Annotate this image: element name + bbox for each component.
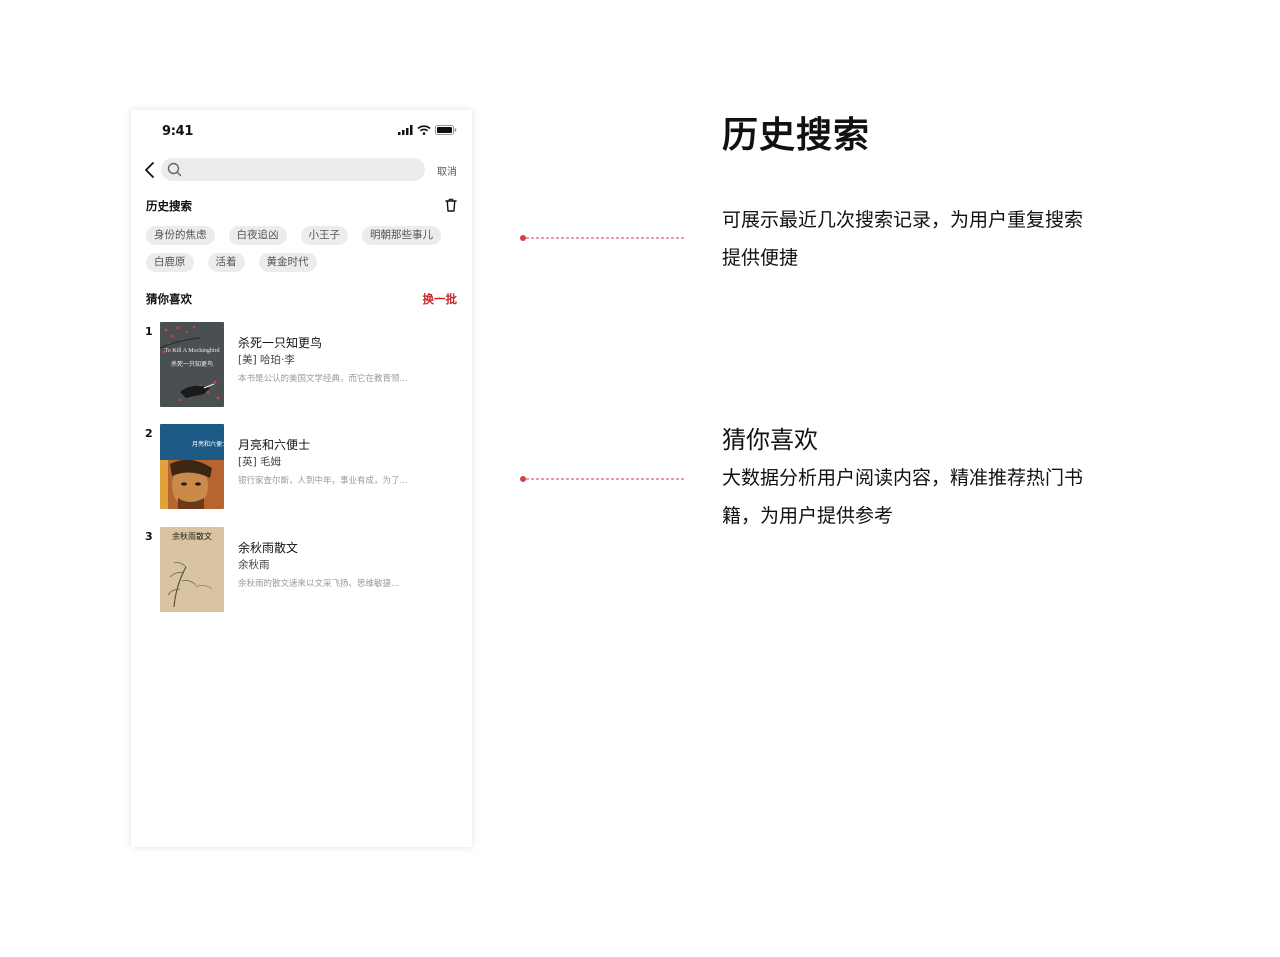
wifi-icon	[417, 125, 431, 135]
book-author: [英] 毛姆	[238, 456, 282, 468]
guess-annotation-heading: 猜你喜欢	[722, 426, 818, 454]
back-arrow-icon[interactable]	[143, 160, 157, 180]
book-rank: 1	[145, 325, 153, 338]
status-bar: 9:41	[131, 110, 472, 154]
guess-connector-line	[520, 476, 684, 482]
history-tag[interactable]: 白鹿原	[146, 253, 194, 272]
cover-title-cn: 杀死一只知更鸟	[171, 360, 213, 368]
search-input[interactable]	[185, 160, 415, 179]
tag-row: 身份的焦虑 白夜追凶 小王子 明朝那些事儿	[146, 226, 466, 245]
battery-icon	[435, 125, 457, 135]
cancel-button[interactable]: 取消	[437, 163, 457, 178]
history-tag[interactable]: 活着	[207, 253, 245, 272]
book-description: 本书是公认的美国文学经典，而它在教育领...	[238, 374, 408, 384]
book-author: 余秋雨	[238, 559, 270, 571]
history-tag[interactable]: 白夜追凶	[228, 226, 287, 245]
history-tag[interactable]: 小王子	[300, 226, 348, 245]
book-item[interactable]: 3 余秋雨散文 余秋雨散文 余秋雨 余秋雨的散文速来以文采飞扬、思维敏捷...	[145, 527, 460, 613]
book-item[interactable]: 1 To Kill A Mockingbird 杀死一只知更鸟 杀死一只知更鸟 …	[145, 322, 460, 408]
signal-icon	[398, 125, 413, 135]
book-rank: 2	[145, 427, 153, 440]
refresh-button[interactable]: 换一批	[423, 291, 458, 307]
history-tag[interactable]: 明朝那些事儿	[362, 226, 441, 245]
trash-icon[interactable]	[445, 198, 457, 212]
guess-annotation-line: 大数据分析用户阅读内容，精准推荐热门书	[722, 467, 1084, 489]
history-connector-line	[520, 235, 684, 241]
search-icon	[167, 162, 182, 177]
book-title: 月亮和六便士	[238, 438, 311, 452]
search-box[interactable]	[161, 158, 425, 181]
book-cover: 余秋雨散文	[160, 527, 224, 612]
history-tags: 身份的焦虑 白夜追凶 小王子 明朝那些事儿 白鹿原 活着 黄金时代	[146, 226, 466, 280]
status-time: 9:41	[162, 124, 194, 139]
book-item[interactable]: 2 月亮和六便士 月亮和六便士 [英] 毛姆 银行家查尔斯，人到中年，事业有成，…	[145, 424, 460, 510]
guess-section-title: 猜你喜欢	[146, 292, 192, 306]
phone-mockup: 9:41 取消 历史搜索 身份的焦虑 白夜追凶 小王子 明朝那些事儿 白鹿原 活…	[131, 110, 472, 847]
book-cover: 月亮和六便士	[160, 424, 224, 509]
history-annotation-line: 可展示最近几次搜索记录，为用户重复搜索	[722, 209, 1084, 231]
book-description: 银行家查尔斯，人到中年，事业有成，为了...	[238, 476, 408, 486]
cover-title-cn: 余秋雨散文	[172, 531, 212, 541]
tag-row: 白鹿原 活着 黄金时代	[146, 253, 466, 272]
cover-title-en: To Kill A Mockingbird	[164, 348, 219, 354]
status-icons	[398, 125, 457, 135]
history-tag[interactable]: 黄金时代	[258, 253, 317, 272]
history-section-title: 历史搜索	[146, 199, 192, 213]
main-heading: 历史搜索	[722, 115, 871, 156]
book-rank: 3	[145, 530, 153, 543]
guess-annotation: 大数据分析用户阅读内容，精准推荐热门书 籍，为用户提供参考	[722, 459, 1142, 535]
cover-title-cn: 月亮和六便士	[192, 440, 224, 448]
book-title: 杀死一只知更鸟	[238, 336, 323, 350]
history-annotation-line: 提供便捷	[722, 247, 799, 269]
book-cover: To Kill A Mockingbird 杀死一只知更鸟	[160, 322, 224, 407]
book-description: 余秋雨的散文速来以文采飞扬、思维敏捷...	[238, 579, 400, 589]
history-annotation: 可展示最近几次搜索记录，为用户重复搜索 提供便捷	[722, 201, 1142, 277]
search-row: 取消	[131, 158, 472, 182]
history-tag[interactable]: 身份的焦虑	[146, 226, 215, 245]
guess-annotation-line: 籍，为用户提供参考	[722, 505, 894, 527]
book-title: 余秋雨散文	[238, 541, 299, 555]
book-author: [美] 哈珀·李	[238, 354, 295, 366]
